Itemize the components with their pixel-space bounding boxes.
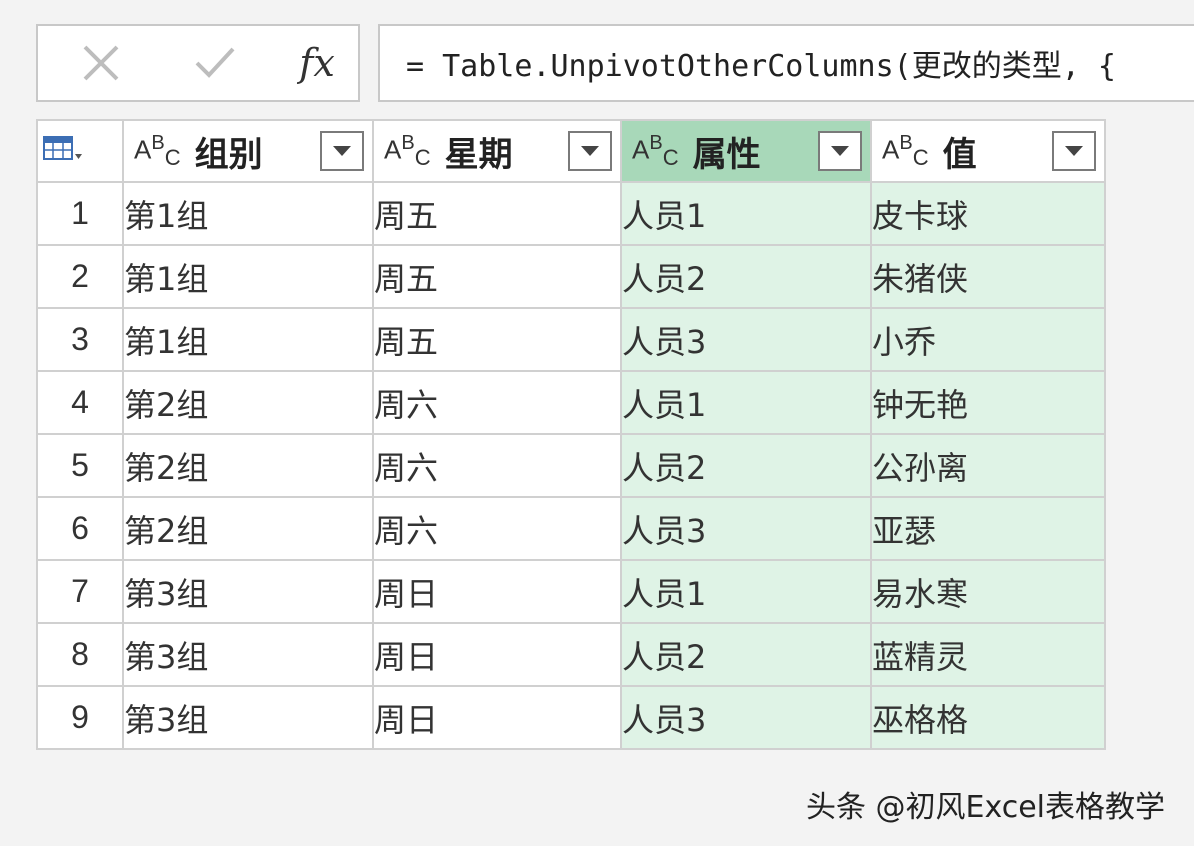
formula-command-box: fx (36, 24, 360, 102)
text-type-icon: ABC (632, 131, 679, 170)
cell-attribute[interactable]: 人员3 (620, 685, 872, 750)
cell-attribute[interactable]: 人员3 (620, 496, 872, 561)
cell-group[interactable]: 第1组 (122, 244, 374, 309)
cell-value[interactable]: 钟无艳 (870, 370, 1106, 435)
cell-attribute[interactable]: 人员1 (620, 181, 872, 246)
column-header-weekday[interactable]: ABC 星期 (372, 119, 622, 183)
cell-attribute[interactable]: 人员3 (620, 307, 872, 372)
cell-attribute[interactable]: 人员2 (620, 622, 872, 687)
close-icon[interactable] (78, 40, 124, 86)
row-number[interactable]: 8 (36, 622, 124, 687)
filter-dropdown-button[interactable] (320, 131, 364, 171)
formula-text: = Table.UnpivotOtherColumns(更改的类型, { (406, 49, 1116, 84)
cell-weekday[interactable]: 周五 (372, 181, 622, 246)
watermark: 头条 @初风Excel表格教学 (806, 790, 1166, 825)
chevron-down-icon (333, 146, 351, 156)
cell-group[interactable]: 第3组 (122, 685, 374, 750)
cell-weekday[interactable]: 周五 (372, 244, 622, 309)
cell-weekday[interactable]: 周六 (372, 433, 622, 498)
table-row[interactable]: 8 第3组 周日 人员2 蓝精灵 (36, 622, 1106, 687)
cell-value[interactable]: 易水寒 (870, 559, 1106, 624)
cell-weekday[interactable]: 周日 (372, 685, 622, 750)
row-number[interactable]: 4 (36, 370, 124, 435)
column-name: 属性 (692, 134, 761, 175)
filter-dropdown-button[interactable] (818, 131, 862, 171)
text-type-icon: ABC (882, 131, 929, 170)
check-icon[interactable] (190, 40, 240, 86)
cell-value[interactable]: 亚瑟 (870, 496, 1106, 561)
column-header-attribute[interactable]: ABC 属性 (620, 119, 872, 183)
filter-dropdown-button[interactable] (1052, 131, 1096, 171)
cell-attribute[interactable]: 人员2 (620, 244, 872, 309)
fx-label: fx (299, 41, 335, 85)
cell-group[interactable]: 第3组 (122, 622, 374, 687)
text-type-icon: ABC (134, 131, 181, 170)
row-number[interactable]: 7 (36, 559, 124, 624)
cell-group[interactable]: 第1组 (122, 307, 374, 372)
chevron-down-icon (581, 146, 599, 156)
cell-group[interactable]: 第2组 (122, 370, 374, 435)
fx-icon[interactable]: fx (292, 40, 342, 86)
cell-weekday[interactable]: 周五 (372, 307, 622, 372)
text-type-icon: ABC (384, 131, 431, 170)
table-row[interactable]: 2 第1组 周五 人员2 朱猪侠 (36, 244, 1106, 309)
table-row[interactable]: 3 第1组 周五 人员3 小乔 (36, 307, 1106, 372)
cell-attribute[interactable]: 人员1 (620, 559, 872, 624)
row-number[interactable]: 6 (36, 496, 124, 561)
cell-group[interactable]: 第1组 (122, 181, 374, 246)
row-number[interactable]: 2 (36, 244, 124, 309)
cell-value[interactable]: 皮卡球 (870, 181, 1106, 246)
cell-value[interactable]: 小乔 (870, 307, 1106, 372)
cell-attribute[interactable]: 人员2 (620, 433, 872, 498)
row-number[interactable]: 1 (36, 181, 124, 246)
cell-value[interactable]: 公孙离 (870, 433, 1106, 498)
row-number[interactable]: 5 (36, 433, 124, 498)
cell-value[interactable]: 蓝精灵 (870, 622, 1106, 687)
cell-weekday[interactable]: 周六 (372, 370, 622, 435)
filter-dropdown-button[interactable] (568, 131, 612, 171)
formula-input[interactable]: = Table.UnpivotOtherColumns(更改的类型, { (378, 24, 1194, 102)
cell-group[interactable]: 第3组 (122, 559, 374, 624)
chevron-down-icon (1065, 146, 1083, 156)
cell-group[interactable]: 第2组 (122, 496, 374, 561)
table-row[interactable]: 6 第2组 周六 人员3 亚瑟 (36, 496, 1106, 561)
column-header-value[interactable]: ABC 值 (870, 119, 1106, 183)
chevron-down-icon (831, 146, 849, 156)
row-number[interactable]: 3 (36, 307, 124, 372)
cell-weekday[interactable]: 周六 (372, 496, 622, 561)
cell-weekday[interactable]: 周日 (372, 622, 622, 687)
cell-attribute[interactable]: 人员1 (620, 370, 872, 435)
cell-group[interactable]: 第2组 (122, 433, 374, 498)
table-row[interactable]: 7 第3组 周日 人员1 易水寒 (36, 559, 1106, 624)
table-menu-button[interactable] (36, 119, 124, 183)
cell-value[interactable]: 朱猪侠 (870, 244, 1106, 309)
column-header-group[interactable]: ABC 组别 (122, 119, 374, 183)
table-row[interactable]: 9 第3组 周日 人员3 巫格格 (36, 685, 1106, 750)
cell-value[interactable]: 巫格格 (870, 685, 1106, 750)
cell-weekday[interactable]: 周日 (372, 559, 622, 624)
table-row[interactable]: 4 第2组 周六 人员1 钟无艳 (36, 370, 1106, 435)
column-name: 组别 (194, 134, 263, 175)
table-row[interactable]: 5 第2组 周六 人员2 公孙离 (36, 433, 1106, 498)
column-name: 星期 (444, 134, 513, 175)
column-name: 值 (942, 134, 977, 175)
table-icon (43, 136, 82, 160)
table-row[interactable]: 1 第1组 周五 人员1 皮卡球 (36, 181, 1106, 246)
data-grid: ABC 组别 ABC 星期 ABC 属性 ABC 值 1 第1组 周五 人员1 … (36, 119, 1106, 750)
row-number[interactable]: 9 (36, 685, 124, 750)
